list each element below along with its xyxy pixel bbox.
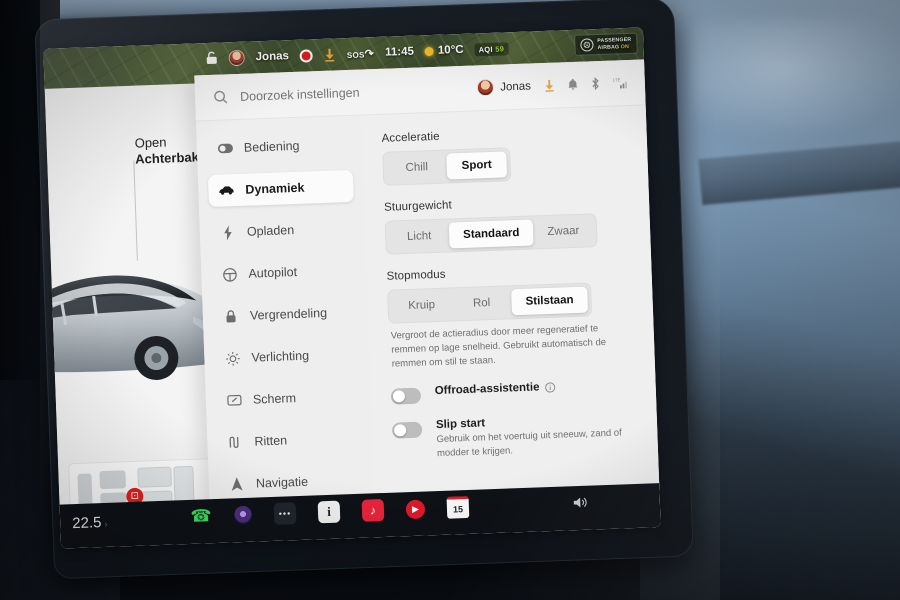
airbag-icon: ☹ bbox=[580, 38, 594, 52]
navigation-arrow-icon bbox=[229, 476, 246, 493]
svg-text:LTE: LTE bbox=[613, 77, 621, 82]
seat-front-right bbox=[99, 470, 127, 490]
steering-option-zwaar[interactable]: Zwaar bbox=[533, 217, 594, 245]
dashboard-light-sheen bbox=[690, 20, 900, 140]
search-input[interactable] bbox=[239, 80, 478, 104]
slip-start-description: Gebruik om het voertuig uit sneeuw, zand… bbox=[436, 427, 622, 460]
controls-toggle-icon bbox=[217, 140, 234, 157]
sidebar-item-dynamiek[interactable]: Dynamiek bbox=[207, 169, 354, 208]
trips-road-icon bbox=[227, 434, 244, 451]
offroad-assist-title: Offroad-assistentie bbox=[434, 381, 540, 398]
screenshot-stage: 461km Open Achterbak bbox=[0, 0, 900, 600]
download-icon[interactable] bbox=[544, 79, 555, 92]
sidebar-label: Vergrendeling bbox=[249, 305, 328, 323]
weather-indicator[interactable]: 10°C bbox=[424, 43, 464, 57]
more-apps[interactable]: ••• bbox=[273, 502, 297, 525]
passenger-airbag-indicator: ☹ PASSENGER AIRBAG ON bbox=[574, 32, 638, 56]
offroad-assist-toggle[interactable] bbox=[390, 387, 422, 405]
outside-temperature: 10°C bbox=[437, 43, 464, 57]
charging-bolt-icon bbox=[220, 224, 237, 241]
acceleration-label: Acceleratie bbox=[381, 130, 440, 145]
music-app[interactable]: ♪ bbox=[361, 499, 385, 522]
profile-name: Jonas bbox=[500, 79, 532, 94]
stop-mode-option-kruip[interactable]: Kruip bbox=[391, 291, 452, 319]
search-icon bbox=[213, 89, 229, 105]
acceleration-segmented-control[interactable]: Chill Sport bbox=[382, 147, 512, 186]
sidebar-item-scherm[interactable]: Scherm bbox=[215, 380, 361, 417]
sidebar-label: Bediening bbox=[243, 138, 300, 155]
touchscreen-display: 461km Open Achterbak bbox=[43, 27, 661, 549]
display-icon bbox=[226, 392, 243, 409]
sidebar-label: Navigatie bbox=[255, 474, 309, 491]
record-dot-icon[interactable] bbox=[299, 48, 314, 63]
sidebar-item-opladen[interactable]: Opladen bbox=[209, 212, 355, 249]
offroad-assist-text: Offroad-assistentie bbox=[435, 381, 556, 397]
clock: 11:45 bbox=[384, 45, 415, 59]
info-circle-icon[interactable] bbox=[544, 382, 556, 393]
steering-option-standaard[interactable]: Standaard bbox=[448, 219, 534, 249]
chevron-right-icon: › bbox=[104, 518, 108, 530]
video-app[interactable]: ▶ bbox=[405, 499, 426, 519]
sidebar-label: Opladen bbox=[246, 223, 295, 239]
stop-mode-option-rol[interactable]: Rol bbox=[451, 289, 512, 317]
software-download-icon[interactable] bbox=[324, 48, 336, 62]
car-icon bbox=[218, 182, 235, 199]
sidebar-label: Verlichting bbox=[251, 348, 310, 365]
sidebar-item-vergrendeling[interactable]: Vergrendeling bbox=[212, 296, 358, 333]
acceleration-option-chill[interactable]: Chill bbox=[386, 154, 447, 182]
offroad-assist-title-wrap: Offroad-assistentie bbox=[435, 381, 556, 397]
phone-app[interactable]: ☎ bbox=[190, 505, 213, 528]
climate-temperature[interactable]: 22.5 › bbox=[72, 514, 108, 532]
aqi-badge[interactable]: AQI 59 bbox=[474, 41, 509, 56]
sidebar-item-autopilot[interactable]: Autopilot bbox=[211, 254, 357, 291]
settings-sidebar[interactable]: Bediening Dynamiek Opladen Autopilot Ver… bbox=[195, 115, 376, 524]
calendar-app[interactable]: 15 bbox=[446, 495, 470, 519]
sidebar-label: Scherm bbox=[252, 391, 297, 407]
driver-profile-name[interactable]: Jonas bbox=[255, 50, 289, 63]
tooltip-line-2: Achterbak bbox=[134, 149, 200, 167]
driver-avatar[interactable] bbox=[228, 49, 245, 67]
slip-start-row[interactable]: Slip start Gebruik om het voertuig uit s… bbox=[391, 412, 638, 462]
unlock-icon[interactable] bbox=[205, 50, 218, 67]
sidebar-item-ritten[interactable]: Ritten bbox=[217, 422, 363, 459]
acceleration-option-sport[interactable]: Sport bbox=[446, 151, 508, 180]
bluetooth-icon[interactable] bbox=[591, 77, 600, 91]
sun-icon bbox=[424, 46, 435, 56]
settings-content: Acceleratie Chill Sport Stuurgewicht Lic… bbox=[361, 105, 660, 517]
sos-button[interactable]: SOS↷ bbox=[347, 47, 375, 61]
steering-wheel-icon bbox=[221, 266, 238, 283]
stop-mode-segmented-control[interactable]: Kruip Rol Stilstaan bbox=[387, 282, 593, 324]
steering-option-licht[interactable]: Licht bbox=[389, 222, 450, 250]
stop-mode-label: Stopmodus bbox=[386, 268, 446, 283]
profile-button[interactable]: Jonas bbox=[476, 77, 532, 97]
sidebar-label: Dynamiek bbox=[245, 180, 305, 197]
info-app[interactable]: i bbox=[317, 500, 341, 524]
stop-mode-option-stilstaan[interactable]: Stilstaan bbox=[511, 286, 588, 316]
notification-bell-icon[interactable] bbox=[568, 78, 578, 90]
lock-icon bbox=[223, 308, 240, 325]
seat-rear-middle bbox=[137, 466, 172, 488]
steering-label: Stuurgewicht bbox=[383, 199, 453, 214]
sidebar-label: Autopilot bbox=[248, 264, 298, 281]
sidebar-item-verlichting[interactable]: Verlichting bbox=[214, 338, 360, 375]
offroad-assist-row[interactable]: Offroad-assistentie bbox=[390, 378, 636, 405]
slip-start-text: Slip start Gebruik om het voertuig uit s… bbox=[436, 412, 638, 461]
settings-panel: Jonas bbox=[194, 59, 661, 524]
camera-app[interactable] bbox=[233, 505, 253, 525]
sidebar-label: Ritten bbox=[254, 433, 288, 449]
slip-start-toggle[interactable] bbox=[391, 421, 423, 439]
steering-segmented-control[interactable]: Licht Standaard Zwaar bbox=[384, 213, 598, 255]
lte-signal-icon[interactable]: LTE bbox=[613, 76, 629, 90]
sun-brightness-icon bbox=[224, 350, 241, 367]
header-actions: Jonas LTE bbox=[476, 74, 629, 97]
avatar bbox=[476, 78, 495, 97]
taskbar-apps: ☎ ••• i ♪ ▶ 15 bbox=[190, 495, 470, 528]
open-trunk-tooltip[interactable]: Open Achterbak bbox=[134, 133, 199, 168]
volume-speaker-icon[interactable] bbox=[573, 496, 588, 510]
airbag-label: PASSENGER AIRBAG ON bbox=[597, 36, 632, 51]
sidebar-item-bediening[interactable]: Bediening bbox=[206, 128, 352, 165]
stop-mode-description: Vergroot de actieradius door meer regene… bbox=[390, 323, 607, 370]
